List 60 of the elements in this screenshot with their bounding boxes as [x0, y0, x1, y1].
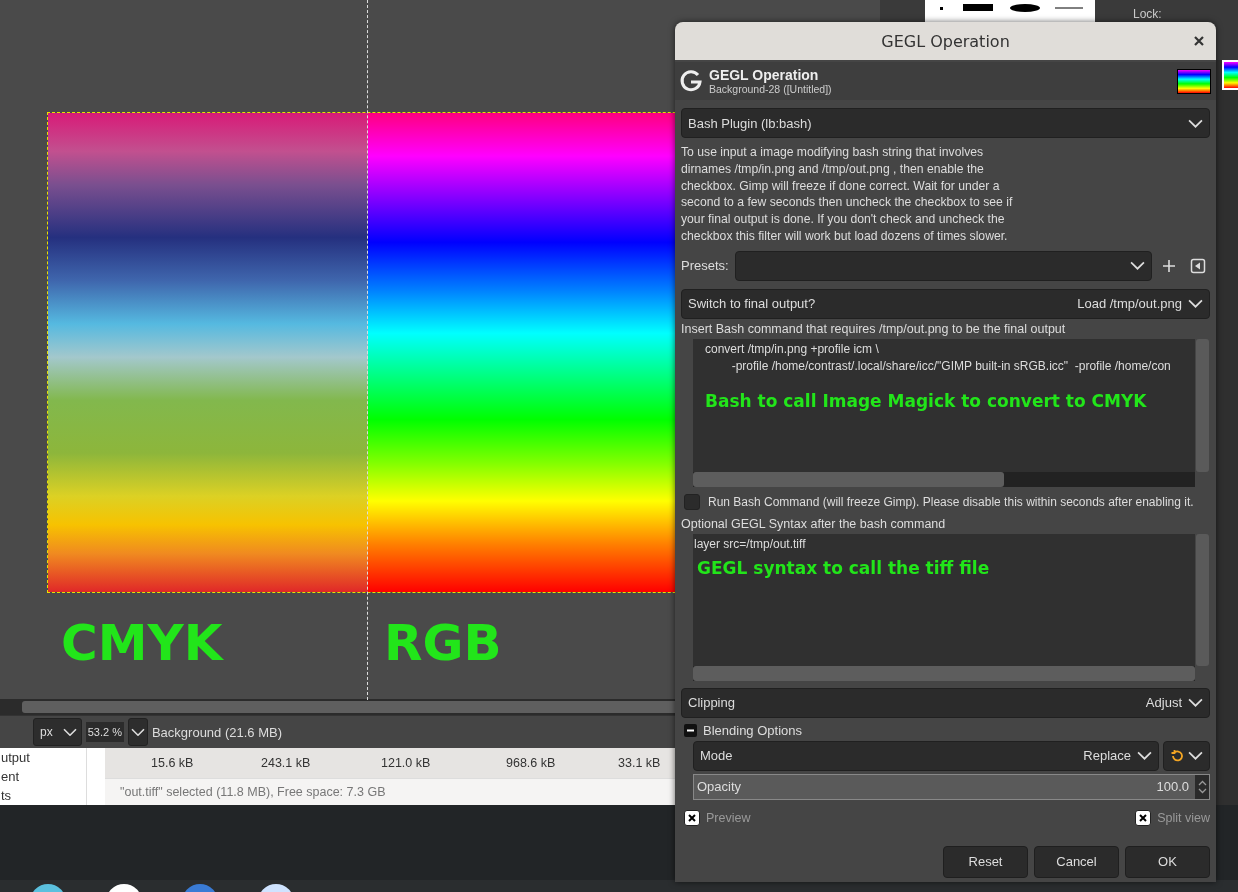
checkbox[interactable]: [684, 493, 700, 510]
split-view-label: Split view: [1157, 810, 1210, 825]
canvas-label: CMYK: [60, 614, 225, 672]
spin-arrows-icon[interactable]: [1197, 778, 1207, 795]
mode-select[interactable]: Mode Replace: [693, 740, 1159, 771]
operation-select[interactable]: Bash Plugin (lb:bash): [681, 108, 1210, 138]
file-size: 968.6 kB: [506, 756, 557, 770]
caret-icon: [1188, 299, 1203, 309]
reset-icon: [1170, 748, 1184, 763]
checkbox[interactable]: [1135, 809, 1152, 826]
scrollbar-thumb[interactable]: [1196, 338, 1209, 472]
scrollbar-thumb[interactable]: [1196, 533, 1209, 666]
preview-label: Preview: [706, 810, 751, 825]
layer-thumbnail[interactable]: [1222, 60, 1238, 90]
sidebar-item[interactable]: ts: [1, 786, 86, 805]
dialog-button[interactable]: Cancel: [1034, 845, 1119, 878]
window-title: GEGL Operation: [881, 31, 1010, 51]
caret-icon: [1188, 698, 1203, 708]
header-title: GEGL Operation: [709, 67, 820, 83]
brush-preview[interactable]: [925, 0, 1095, 22]
dialog-button[interactable]: Reset: [943, 845, 1028, 878]
header-subtitle: Background-28 ([Untitled]): [709, 83, 833, 95]
x-mark-icon: [1139, 813, 1148, 822]
layer-thumbnail: [1177, 68, 1211, 94]
gegl-field[interactable]: layer src=/tmp/out.tiff GEGL syntax to call the tiff file: [693, 533, 1195, 666]
file-size: 15.6 kB: [151, 756, 195, 770]
dialog-button[interactable]: OK: [1125, 845, 1210, 878]
collapse-icon[interactable]: [684, 723, 697, 737]
caret-icon: [62, 727, 77, 737]
bash-field[interactable]: convert /tmp/in.png +profile icm \ -profile /home/contrast/.local/share/icc/"GIMP built-in sRGB.icc" -profile /home/con Bash to call Image Magick to convert to CMYK: [693, 338, 1195, 472]
x-mark-icon: [688, 813, 696, 822]
opacity-slider[interactable]: Opacity 100.0: [693, 773, 1210, 800]
file-size: 121.0 kB: [381, 756, 432, 770]
checkbox-label: Run Bash Command (will freeze Gimp). Please disable this within seconds after enabling it.: [708, 494, 1194, 509]
sidebar-item[interactable]: ent: [1, 767, 86, 786]
description-text: To use input a image modifying bash string that involves dirnames /tmp/in.png and /tmp/out.png , then enable the checkbox. Gimp will freeze if done correct. Wait for under a second to a few seconds then uncheck the checkbox to see if your final output is done. If you don't check and uncheck the checkbox this filter will work but load dozens of times slower.: [681, 144, 1014, 245]
canvas-label: RGB: [383, 614, 503, 672]
sidebar-item[interactable]: utput: [1, 748, 86, 767]
file-size: 243.1 kB: [261, 756, 312, 770]
caret-icon: [1130, 261, 1145, 271]
zoom-field[interactable]: 53.2 %: [85, 722, 124, 742]
caret-icon: [1137, 751, 1152, 761]
layer-info: Background (21.6 MB): [151, 724, 282, 740]
checkbox[interactable]: [684, 809, 700, 826]
bash-label: Insert Bash command that requires /tmp/out.png to be the final output: [681, 321, 1067, 336]
unit-select[interactable]: px: [33, 718, 82, 746]
zoom-dropdown[interactable]: [127, 718, 148, 746]
presets-label: Presets:: [681, 258, 729, 274]
lock-label: Lock:: [1133, 7, 1162, 21]
blending-label: Blending Options: [703, 722, 802, 738]
caret-icon: [1188, 751, 1203, 761]
output-select[interactable]: Switch to final output? Load /tmp/out.png: [681, 288, 1210, 319]
gegl-logo-icon: [679, 69, 703, 93]
clipping-select[interactable]: Clipping Adjust: [681, 687, 1210, 718]
caret-icon: [130, 727, 145, 737]
caret-icon: [1188, 118, 1203, 128]
gegl-label: Optional GEGL Syntax after the bash command: [681, 516, 947, 531]
selection-status: "out.tiff" selected (11.8 MB), Free space: 7.3 GB: [120, 785, 386, 799]
composite-select[interactable]: [1163, 740, 1210, 771]
file-size: 33.1 kB: [618, 756, 662, 770]
